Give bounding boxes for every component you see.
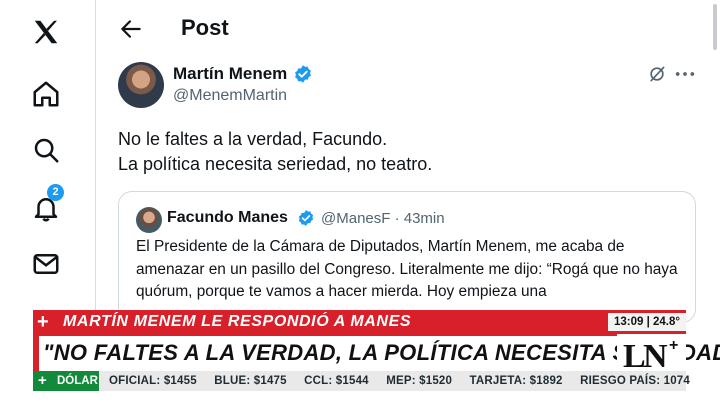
tv-main-accent — [33, 336, 39, 374]
verified-badge-icon — [298, 210, 314, 226]
ticker-item: CCL: $1544 — [304, 375, 369, 387]
quoted-author-name: Facundo Manes — [167, 209, 288, 226]
rail-divider — [95, 0, 96, 310]
ticker-items: OFICIAL: $1455 BLUE: $1475 CCL: $1544 ME… — [109, 371, 704, 391]
author-name[interactable]: Martín Menem — [173, 64, 287, 84]
scrollbar[interactable] — [712, 0, 718, 300]
quoted-post[interactable]: Facundo Manes @ManesF · 43min El Preside… — [118, 191, 696, 323]
tv-ticker: + DÓLAR OFICIAL: $1455 BLUE: $1475 CCL: … — [33, 371, 690, 391]
scrollbar-thumb[interactable] — [713, 4, 717, 50]
tv-top-bar: + MARTÍN MENEM LE RESPONDIÓ A MANES 13:0… — [33, 310, 686, 334]
post-line: No le faltes a la verdad, Facundo. — [118, 129, 388, 149]
more-options-icon[interactable] — [674, 64, 696, 84]
notification-badge: 2 — [47, 184, 64, 201]
home-icon[interactable] — [26, 74, 66, 114]
tv-top-headline: MARTÍN MENEM LE RESPONDIÓ A MANES — [63, 313, 412, 330]
ticker-label: + DÓLAR — [33, 371, 99, 391]
search-icon[interactable] — [26, 130, 66, 170]
svg-text:N: N — [643, 338, 668, 374]
ticker-item: MEP: $1520 — [386, 375, 453, 387]
plus-icon: + — [37, 311, 49, 333]
ticker-item: OFICIAL: $1455 — [109, 375, 197, 387]
ticker-item: RIESGO PAÍS: 1074 — [580, 375, 690, 387]
tv-main-bar: "NO FALTES A LA VERDAD, LA POLÍTICA NECE… — [33, 334, 720, 374]
back-arrow-icon[interactable] — [118, 16, 144, 42]
quoted-post-text: El Presidente de la Cámara de Diputados,… — [136, 238, 678, 300]
quoted-author-handle: @ManesF · 43min — [321, 210, 445, 227]
ticker-item: BLUE: $1475 — [214, 375, 287, 387]
ticker-item: TARJETA: $1892 — [469, 375, 563, 387]
verified-badge-icon — [295, 65, 311, 83]
messages-icon[interactable] — [26, 244, 66, 284]
ticker-label-text: DÓLAR — [57, 375, 98, 387]
post-line: La política necesita seriedad, no teatro… — [118, 154, 433, 174]
svg-text:+: + — [669, 337, 678, 354]
notifications-icon[interactable]: 2 — [26, 184, 66, 228]
quoted-author-avatar — [136, 207, 162, 233]
tv-news-overlay: + MARTÍN MENEM LE RESPONDIÓ A MANES 13:0… — [0, 308, 720, 406]
plus-icon: + — [38, 372, 47, 389]
post-text: No le faltes a la verdad, Facundo. La po… — [118, 127, 432, 177]
page-title: Post — [181, 15, 229, 40]
author-avatar[interactable] — [118, 62, 164, 108]
grok-icon[interactable] — [647, 64, 667, 84]
ln-plus-logo: L N + — [617, 334, 686, 375]
side-nav: 2 — [0, 0, 96, 310]
x-logo-icon[interactable] — [26, 12, 66, 52]
tv-clock: 13:09 | 24.8° — [607, 313, 686, 331]
author-handle[interactable]: @MenemMartin — [173, 87, 287, 105]
